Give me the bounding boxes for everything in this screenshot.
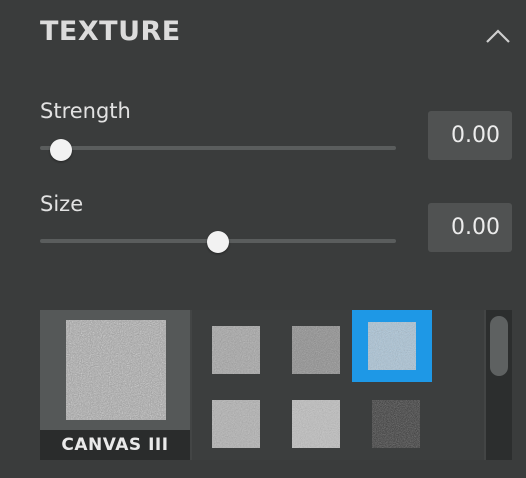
texture-swatch-image xyxy=(292,326,340,374)
scrollbar-thumb[interactable] xyxy=(490,316,508,376)
section-title: TEXTURE xyxy=(40,16,181,47)
texture-swatch[interactable] xyxy=(276,388,356,460)
texture-swatch-image xyxy=(292,400,340,448)
texture-swatch[interactable] xyxy=(196,314,276,386)
texture-panel: TEXTURE Strength 0.00 Size 0.00 CANVAS I… xyxy=(0,0,526,478)
texture-name-label: CANVAS III xyxy=(40,430,190,460)
texture-swatch-image xyxy=(372,400,420,448)
texture-swatch[interactable] xyxy=(196,388,276,460)
texture-swatch-selected[interactable] xyxy=(352,310,432,382)
texture-browser: CANVAS III xyxy=(40,310,512,460)
strength-label: Strength xyxy=(40,99,131,123)
texture-scrollbar[interactable] xyxy=(486,310,512,460)
chevron-up-icon[interactable] xyxy=(485,28,511,44)
texture-grid xyxy=(192,310,484,460)
texture-preview: CANVAS III xyxy=(40,310,190,460)
texture-swatch-image xyxy=(212,400,260,448)
size-label: Size xyxy=(40,192,84,216)
texture-swatch[interactable] xyxy=(356,388,436,460)
size-value-field[interactable]: 0.00 xyxy=(428,203,512,252)
strength-slider-thumb[interactable] xyxy=(50,139,72,161)
texture-preview-swatch xyxy=(66,320,166,420)
strength-value-field[interactable]: 0.00 xyxy=(428,111,512,160)
size-slider-thumb[interactable] xyxy=(207,231,229,253)
texture-swatch-image xyxy=(212,326,260,374)
strength-slider-track[interactable] xyxy=(40,146,396,150)
texture-swatch-image xyxy=(368,322,416,370)
texture-swatch[interactable] xyxy=(276,314,356,386)
